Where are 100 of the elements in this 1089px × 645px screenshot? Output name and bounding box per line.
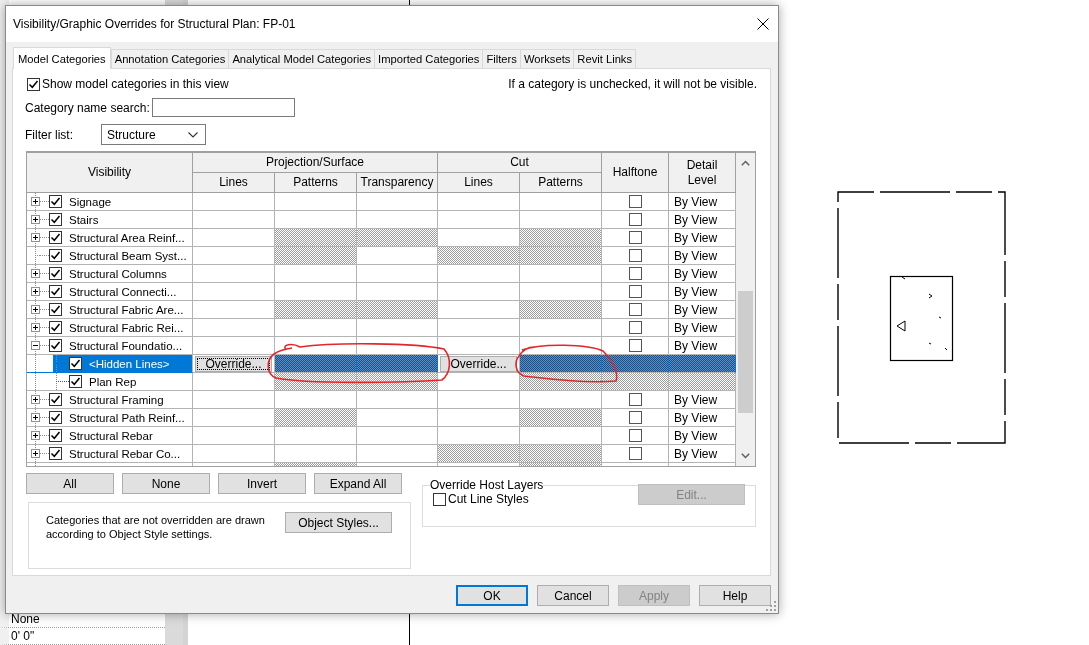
checkbox[interactable] xyxy=(49,303,62,316)
checkbox[interactable] xyxy=(49,447,62,460)
plus-box-icon[interactable] xyxy=(31,431,40,440)
hatched-cell[interactable] xyxy=(602,355,669,373)
tree-button[interactable]: None xyxy=(122,473,210,494)
category-name[interactable]: Structural Columns xyxy=(69,267,167,280)
table-row[interactable]: Structural Rebar Co... By View xyxy=(27,445,736,463)
tab[interactable]: Model Categories xyxy=(13,47,111,69)
scrollbar[interactable] xyxy=(736,153,755,466)
category-name[interactable]: Structural Rebar xyxy=(69,429,153,442)
scroll-down-icon[interactable] xyxy=(741,453,750,459)
halftone-checkbox[interactable] xyxy=(628,447,642,460)
table-row[interactable]: Structural Foundatio... By View xyxy=(27,337,736,355)
halftone-checkbox[interactable] xyxy=(628,411,642,424)
checkbox[interactable] xyxy=(49,321,62,334)
tab[interactable]: Annotation Categories xyxy=(110,49,229,68)
tab[interactable]: Analytical Model Categories xyxy=(228,49,375,68)
halftone-checkbox[interactable] xyxy=(628,285,642,298)
halftone-checkbox[interactable] xyxy=(628,249,642,262)
hatched-cell[interactable] xyxy=(602,373,669,391)
hatched-cell[interactable] xyxy=(275,355,357,373)
hatched-cell[interactable] xyxy=(275,229,357,247)
resize-grip-icon[interactable] xyxy=(766,601,776,611)
search-field[interactable] xyxy=(152,98,295,117)
checkbox[interactable] xyxy=(49,429,62,442)
hatched-cell[interactable] xyxy=(275,373,357,391)
checkbox[interactable] xyxy=(49,195,62,208)
halftone-checkbox[interactable] xyxy=(628,231,642,244)
scrollbar-thumb[interactable] xyxy=(738,291,753,413)
hatched-cell[interactable] xyxy=(357,229,438,247)
hatched-cell[interactable] xyxy=(438,247,520,265)
dialog-button[interactable]: Cancel xyxy=(537,585,609,606)
halftone-checkbox[interactable] xyxy=(628,303,642,316)
halftone-checkbox[interactable] xyxy=(628,429,642,442)
hatched-cell[interactable] xyxy=(520,229,602,247)
table-row[interactable]: Structural Fabric Rei... By View xyxy=(27,319,736,337)
object-styles-button[interactable]: Object Styles... xyxy=(285,512,392,533)
dialog-button[interactable]: Help xyxy=(699,585,771,606)
table-row[interactable]: Structural Beam Syst... By View xyxy=(27,247,736,265)
table-row[interactable]: Structural Rebar By View xyxy=(27,427,736,445)
table-row[interactable]: Structural Columns By View xyxy=(27,265,736,283)
category-name[interactable]: Structural Connecti... xyxy=(69,285,177,298)
category-name[interactable]: Structural Area Reinf... xyxy=(69,231,185,244)
override-button[interactable]: Override... xyxy=(440,355,517,372)
hatched-cell[interactable] xyxy=(275,409,357,427)
checkbox[interactable] xyxy=(49,285,62,298)
plus-box-icon[interactable] xyxy=(31,395,40,404)
category-name[interactable]: Stairs xyxy=(69,213,99,226)
table-row[interactable]: <Hidden Lines> Override... Override... xyxy=(27,355,736,373)
hatched-cell[interactable] xyxy=(520,301,602,319)
table-row[interactable]: Stairs By View xyxy=(27,211,736,229)
halftone-checkbox[interactable] xyxy=(628,195,642,208)
tab[interactable]: Revit Links xyxy=(573,49,637,68)
checkbox[interactable] xyxy=(27,77,40,91)
plus-box-icon[interactable] xyxy=(31,449,40,458)
checkbox[interactable] xyxy=(49,393,62,406)
table-row[interactable]: Structural Area Reinf... By View xyxy=(27,229,736,247)
halftone-checkbox[interactable] xyxy=(628,213,642,226)
hatched-cell[interactable] xyxy=(438,445,520,463)
checkbox[interactable] xyxy=(49,249,62,262)
hatched-cell[interactable] xyxy=(357,373,438,391)
category-name[interactable]: Structural Fabric Are... xyxy=(69,303,184,316)
hatched-cell[interactable] xyxy=(520,373,602,391)
checkbox[interactable] xyxy=(69,375,82,388)
halftone-checkbox[interactable] xyxy=(628,321,642,334)
category-name[interactable]: Structural Framing xyxy=(69,393,164,406)
minus-box-icon[interactable] xyxy=(31,341,40,350)
table-row[interactable]: Signage By View xyxy=(27,193,736,211)
table-row[interactable]: Structural Fabric Are... By View xyxy=(27,301,736,319)
plus-box-icon[interactable] xyxy=(31,197,40,206)
plus-box-icon[interactable] xyxy=(31,287,40,296)
plus-box-icon[interactable] xyxy=(31,269,40,278)
hatched-cell[interactable] xyxy=(669,355,736,373)
hatched-cell[interactable] xyxy=(520,409,602,427)
checkbox[interactable] xyxy=(69,357,82,370)
filter-dropdown[interactable]: Structure xyxy=(101,124,206,145)
hatched-cell[interactable] xyxy=(520,445,602,463)
tree-button[interactable]: Expand All xyxy=(314,473,402,494)
category-name[interactable]: Structural Path Reinf... xyxy=(69,411,185,424)
override-button[interactable]: Override... xyxy=(195,355,272,372)
category-name[interactable]: Signage xyxy=(69,195,112,208)
halftone-checkbox[interactable] xyxy=(628,393,642,406)
category-name[interactable]: Structural Fabric Rei... xyxy=(69,321,184,334)
category-name[interactable]: Structural Rebar Co... xyxy=(69,447,181,460)
checkbox[interactable] xyxy=(49,267,62,280)
tree-button[interactable]: Invert xyxy=(218,473,306,494)
tab[interactable]: Imported Categories xyxy=(374,49,483,68)
hatched-cell[interactable] xyxy=(357,301,438,319)
halftone-checkbox[interactable] xyxy=(628,339,642,352)
hatched-cell[interactable] xyxy=(275,247,357,265)
dialog-button[interactable]: OK xyxy=(456,585,528,606)
scroll-up-icon[interactable] xyxy=(741,160,750,166)
hatched-cell[interactable] xyxy=(275,301,357,319)
hatched-cell[interactable] xyxy=(357,355,438,373)
checkbox[interactable] xyxy=(49,213,62,226)
plus-box-icon[interactable] xyxy=(31,233,40,242)
tab[interactable]: Worksets xyxy=(519,49,574,68)
table-row[interactable]: Structural Path Reinf... By View xyxy=(27,409,736,427)
plus-box-icon[interactable] xyxy=(31,413,40,422)
category-name[interactable]: Structural Beam Syst... xyxy=(69,249,187,262)
